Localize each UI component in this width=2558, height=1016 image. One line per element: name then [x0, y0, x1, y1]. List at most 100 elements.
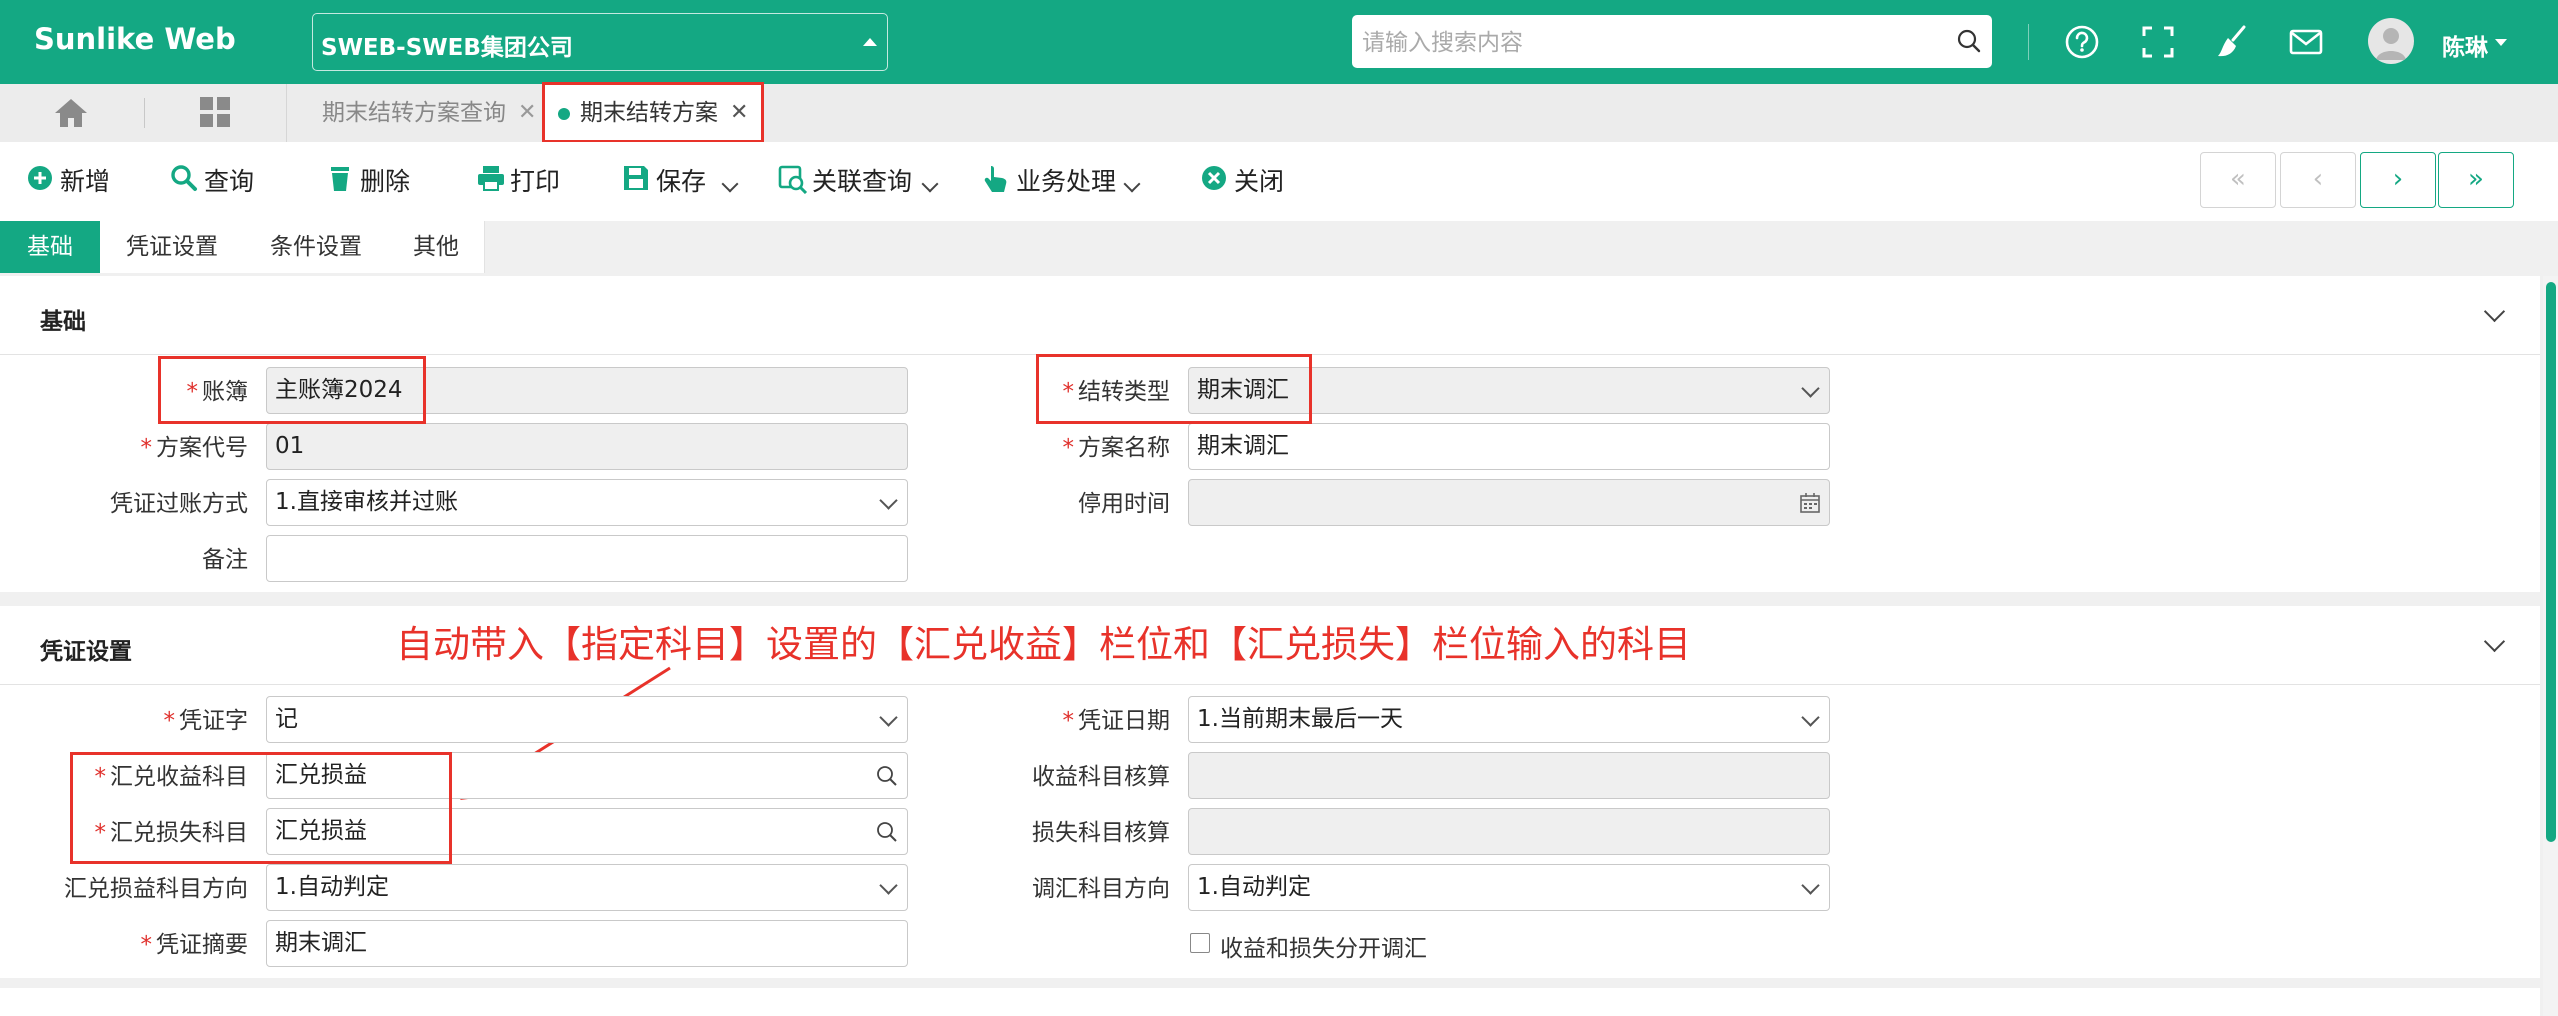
posting-method-select[interactable]: 1.直接审核并过账 — [266, 479, 908, 526]
plan-name-label: * 方案名称 — [1062, 435, 1171, 461]
disable-time-field[interactable] — [1188, 479, 1830, 526]
adj-direction-select[interactable]: 1.自动判定 — [1188, 864, 1830, 911]
tab-label: 期末结转方案查询 — [322, 100, 506, 126]
close-icon[interactable]: ✕ — [518, 84, 536, 142]
company-selector[interactable]: SWEB-SWEB集团公司 — [312, 13, 888, 71]
panel-title: 基础 — [40, 309, 86, 335]
highlight-box-transfer-type — [1036, 354, 1312, 424]
loss-accounting-field[interactable] — [1188, 808, 1830, 855]
chevron-down-icon[interactable] — [2483, 630, 2506, 653]
voucher-word-label: * 凭证字 — [163, 708, 249, 734]
chevron-down-icon[interactable] — [2483, 300, 2506, 323]
chevron-down-icon — [879, 491, 898, 510]
hand-pointer-icon — [984, 166, 1007, 192]
close-label: 关闭 — [1234, 167, 1285, 196]
search-icon[interactable] — [1956, 28, 1982, 54]
tab-condition-settings[interactable]: 条件设置 — [244, 221, 389, 273]
voucher-date-select[interactable]: 1.当前期末最后一天 — [1188, 696, 1830, 743]
avatar[interactable] — [2368, 18, 2414, 64]
pl-direction-label: 汇兑损益科目方向 — [64, 876, 248, 902]
print-label: 打印 — [510, 167, 561, 196]
query-label: 查询 — [204, 167, 255, 196]
chevron-down-icon[interactable] — [1123, 175, 1141, 193]
adj-direction-label: 调汇科目方向 — [1032, 876, 1170, 902]
fullscreen-icon[interactable] — [2140, 24, 2176, 60]
printer-icon — [478, 166, 504, 191]
search-input[interactable] — [1360, 15, 1924, 70]
apps-grid-icon[interactable] — [198, 95, 232, 129]
app-logo[interactable]: Sunlike Web — [34, 22, 236, 56]
section-tabs: 基础 凭证设置 条件设置 其他 — [0, 221, 2558, 275]
chevron-down-icon — [1801, 708, 1820, 727]
trash-icon — [331, 167, 349, 191]
tab-divider — [144, 98, 145, 128]
pl-direction-select[interactable]: 1.自动判定 — [266, 864, 908, 911]
summary-field[interactable]: 期末调汇 — [266, 920, 908, 967]
top-header: Sunlike Web SWEB-SWEB集团公司 陈琳 — [0, 0, 2558, 84]
next-record-button[interactable]: › — [2360, 152, 2436, 208]
highlight-box-ledger — [158, 356, 426, 424]
plan-code-field[interactable]: 01 — [266, 423, 908, 470]
related-search-icon — [778, 165, 808, 194]
plus-circle-icon — [28, 166, 52, 190]
username[interactable]: 陈琳 — [2442, 28, 2488, 62]
highlight-box-tab — [542, 82, 764, 143]
posting-method-label: 凭证过账方式 — [110, 491, 248, 517]
mail-icon[interactable] — [2288, 24, 2324, 60]
basic-panel-header[interactable]: 基础 — [0, 276, 2540, 355]
scrollbar-thumb[interactable] — [2546, 282, 2556, 842]
global-search — [1352, 15, 1992, 70]
gain-accounting-label: 收益科目核算 — [1032, 764, 1170, 790]
panel-title: 凭证设置 — [40, 639, 132, 665]
save-label: 保存 — [656, 167, 707, 196]
remark-label: 备注 — [202, 547, 248, 573]
home-icon[interactable] — [52, 96, 90, 130]
disable-time-label: 停用时间 — [1078, 491, 1170, 517]
tab-divider — [286, 84, 287, 142]
company-name: SWEB-SWEB集团公司 — [321, 35, 573, 61]
last-record-button[interactable]: » — [2438, 152, 2514, 208]
separate-adjust-label[interactable]: 收益和损失分开调汇 — [1220, 924, 1427, 974]
prev-record-button[interactable]: ‹ — [2280, 152, 2356, 208]
tab-basic[interactable]: 基础 — [0, 221, 101, 273]
chevron-down-icon — [1801, 876, 1820, 895]
tab-bar: 期末结转方案查询 ✕ 期末结转方案 ✕ — [0, 84, 2558, 142]
close-circle-icon — [1202, 166, 1226, 190]
loss-accounting-label: 损失科目核算 — [1032, 820, 1170, 846]
remark-field[interactable] — [266, 535, 908, 582]
tab-other[interactable]: 其他 — [388, 221, 485, 273]
plan-name-field[interactable]: 期末调汇 — [1188, 423, 1830, 470]
search-icon — [171, 165, 197, 191]
voucher-date-label: * 凭证日期 — [1062, 708, 1171, 734]
add-label: 新增 — [60, 167, 111, 196]
search-icon[interactable] — [875, 764, 899, 788]
highlight-box-accounts — [70, 752, 452, 864]
gain-accounting-field[interactable] — [1188, 752, 1830, 799]
caret-down-icon[interactable] — [2495, 39, 2507, 46]
chevron-down-icon — [1801, 379, 1820, 398]
annotation-text: 自动带入【指定科目】设置的【汇兑收益】栏位和【汇兑损失】栏位输入的科目 — [396, 623, 1691, 666]
voucher-word-select[interactable]: 记 — [266, 696, 908, 743]
tab-voucher-settings[interactable]: 凭证设置 — [100, 221, 245, 273]
chevron-down-icon[interactable] — [921, 175, 939, 193]
next-panel — [0, 988, 2540, 1016]
chevron-down-icon — [879, 708, 898, 727]
summary-label: * 凭证摘要 — [140, 932, 249, 958]
calendar-icon[interactable] — [1799, 492, 1821, 514]
caret-up-icon — [863, 38, 877, 46]
header-divider — [2028, 24, 2029, 60]
business-label: 业务处理 — [1016, 167, 1117, 196]
plan-code-label: * 方案代号 — [140, 435, 249, 461]
separate-adjust-checkbox[interactable] — [1190, 933, 1210, 953]
first-record-button[interactable]: « — [2200, 152, 2276, 208]
delete-label: 删除 — [360, 167, 411, 196]
chevron-down-icon[interactable] — [721, 175, 739, 193]
clean-icon[interactable] — [2214, 24, 2250, 60]
chevron-down-icon — [879, 876, 898, 895]
search-icon[interactable] — [875, 820, 899, 844]
help-icon[interactable] — [2064, 24, 2100, 60]
floppy-icon — [624, 166, 648, 190]
tab-plan-query[interactable]: 期末结转方案查询 ✕ — [292, 84, 540, 142]
toolbar: 新增 查询 删除 打印 保存 关联查询 业务处理 关闭 « ‹ › » — [0, 142, 2558, 221]
related-query-label: 关联查询 — [812, 167, 913, 196]
